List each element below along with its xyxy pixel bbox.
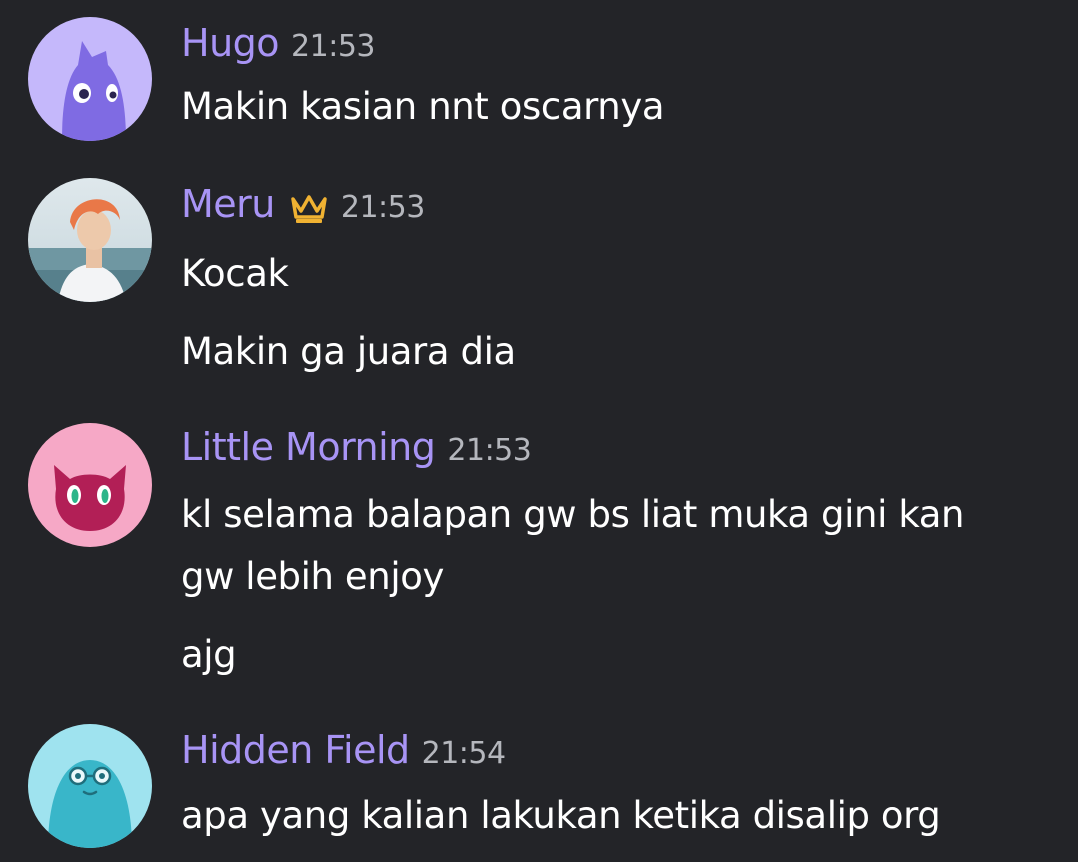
message-header: Hidden Field 21:54 xyxy=(181,728,506,778)
purple-cat-avatar-icon[interactable] xyxy=(28,17,152,141)
message-text: gw lebih enjoy xyxy=(181,555,444,598)
message-text: Kocak xyxy=(181,252,289,295)
teal-blob-avatar-icon[interactable] xyxy=(28,724,152,848)
message-group-hugo: Hugo 21:53 Makin kasian nnt oscarnya xyxy=(0,17,1078,141)
message-text: Makin kasian nnt oscarnya xyxy=(181,85,665,128)
message-header: Meru 21:53 xyxy=(181,182,425,232)
username[interactable]: Hidden Field xyxy=(181,728,410,772)
username[interactable]: Meru xyxy=(181,182,275,226)
timestamp[interactable]: 21:53 xyxy=(341,190,425,225)
orange-hair-photo-avatar-icon[interactable] xyxy=(28,178,152,302)
timestamp[interactable]: 21:53 xyxy=(291,29,375,64)
crown-icon xyxy=(289,193,329,225)
message-group-meru: Meru 21:53 Kocak Makin ga juara dia xyxy=(0,178,1078,378)
message-text: apa yang kalian lakukan ketika disalip o… xyxy=(181,794,941,837)
message-group-little-morning: Little Morning 21:53 kl selama balapan g… xyxy=(0,421,1078,691)
message-text: kl selama balapan gw bs liat muka gini k… xyxy=(181,493,965,536)
message-group-hidden-field: Hidden Field 21:54 apa yang kalian lakuk… xyxy=(0,724,1078,862)
message-header: Little Morning 21:53 xyxy=(181,425,532,475)
message-header: Hugo 21:53 xyxy=(181,21,375,71)
timestamp[interactable]: 21:54 xyxy=(422,736,506,771)
pink-devil-avatar-icon[interactable] xyxy=(28,423,152,547)
username[interactable]: Hugo xyxy=(181,21,280,65)
timestamp[interactable]: 21:53 xyxy=(447,433,531,468)
message-text: ajg xyxy=(181,633,237,676)
username[interactable]: Little Morning xyxy=(181,425,436,469)
message-text: Makin ga juara dia xyxy=(181,330,516,373)
